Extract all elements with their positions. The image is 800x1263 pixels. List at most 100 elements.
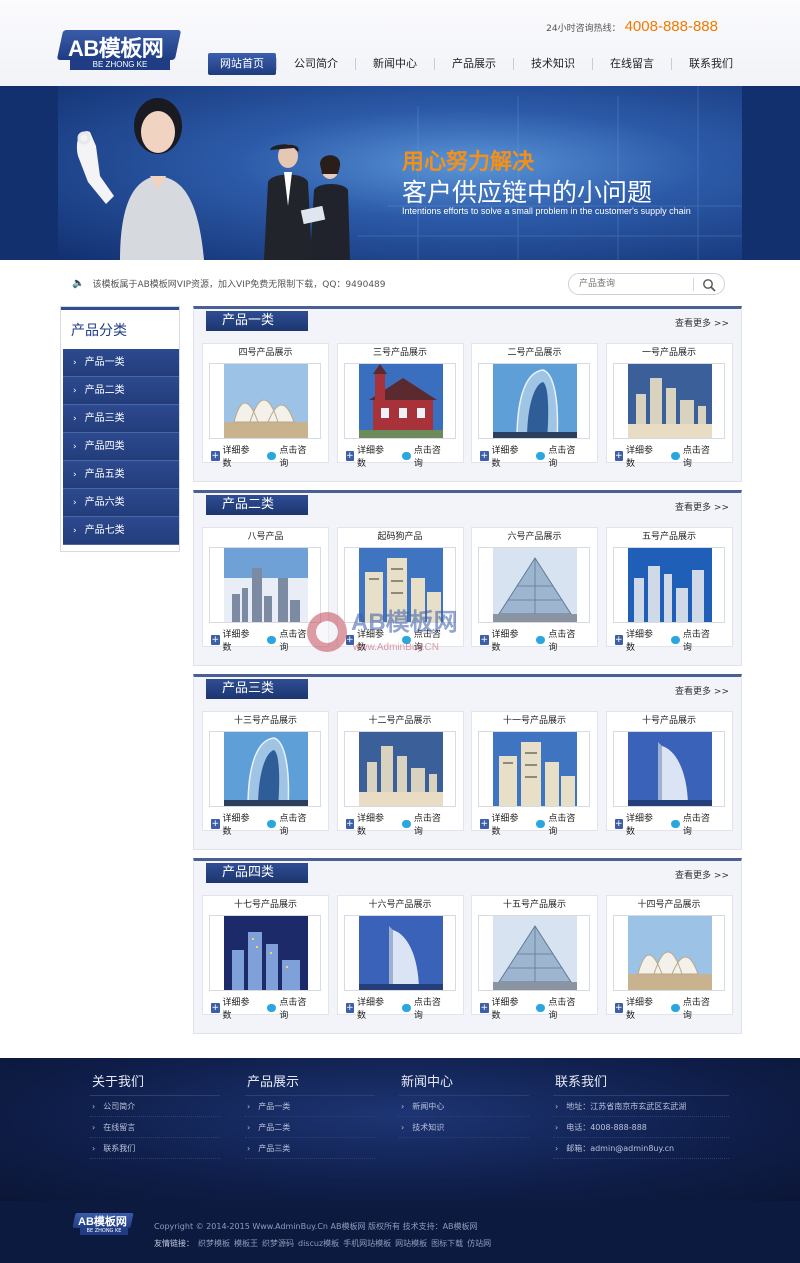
product-image[interactable]	[612, 363, 725, 439]
product-name[interactable]: 起码狗产品	[338, 528, 463, 546]
product-name[interactable]: 六号产品展示	[472, 528, 597, 546]
nav-about[interactable]: 公司简介	[277, 53, 355, 75]
friend-link[interactable]: 织梦模板	[198, 1238, 230, 1249]
consult-button[interactable]: 点击咨询	[536, 627, 579, 653]
detail-button[interactable]: + 详细参数	[480, 443, 522, 469]
consult-button[interactable]: 点击咨询	[670, 443, 714, 469]
product-card[interactable]: 十五号产品展示 + 详细参数 点击咨询	[471, 895, 598, 1021]
detail-button[interactable]: + 详细参数	[345, 995, 388, 1021]
product-image[interactable]	[209, 915, 321, 991]
detail-button[interactable]: + 详细参数	[480, 995, 522, 1021]
nav-tech[interactable]: 技术知识	[514, 53, 592, 75]
product-image[interactable]	[209, 731, 321, 807]
friend-link[interactable]: 手机网站模板	[343, 1238, 391, 1249]
product-card[interactable]: 三号产品展示 + 详细参数 点击咨询	[336, 343, 464, 469]
product-card[interactable]: 十六号产品展示 + 详细参数 点击咨询	[336, 895, 464, 1021]
friend-link[interactable]: 图标下载	[431, 1238, 463, 1249]
section-title[interactable]: 产品三类	[206, 679, 308, 699]
consult-button[interactable]: 点击咨询	[536, 443, 579, 469]
detail-button[interactable]: + 详细参数	[211, 995, 253, 1021]
sidebar-item-2[interactable]: › 产品二类	[63, 377, 179, 405]
product-name[interactable]: 五号产品展示	[607, 528, 732, 546]
product-image[interactable]	[478, 915, 590, 991]
product-name[interactable]: 十号产品展示	[607, 712, 732, 730]
consult-button[interactable]: 点击咨询	[536, 995, 579, 1021]
sidebar-item-6[interactable]: › 产品六类	[63, 489, 179, 517]
footer-link[interactable]: › 在线留言	[90, 1117, 220, 1138]
nav-contact[interactable]: 联系我们	[672, 53, 750, 75]
product-card[interactable]: 五号产品展示 + 详细参数 点击咨询	[605, 527, 733, 653]
consult-button[interactable]: 点击咨询	[670, 811, 714, 837]
sidebar-item-3[interactable]: › 产品三类	[63, 405, 179, 433]
product-image[interactable]	[612, 915, 725, 991]
product-image[interactable]	[478, 731, 590, 807]
product-card[interactable]: 十号产品展示 + 详细参数 点击咨询	[605, 711, 733, 837]
product-name[interactable]: 十五号产品展示	[472, 896, 597, 914]
product-image[interactable]	[209, 363, 321, 439]
consult-button[interactable]: 点击咨询	[401, 995, 445, 1021]
detail-button[interactable]: + 详细参数	[614, 811, 657, 837]
consult-button[interactable]: 点击咨询	[670, 995, 714, 1021]
product-card[interactable]: 一号产品展示 + 详细参数 点击咨询	[605, 343, 733, 469]
view-more-link[interactable]: 查看更多 >>	[675, 500, 729, 513]
product-name[interactable]: 四号产品展示	[203, 344, 328, 362]
product-image[interactable]	[612, 547, 725, 623]
section-title[interactable]: 产品一类	[206, 311, 308, 331]
product-card[interactable]: 十三号产品展示 + 详细参数 点击咨询	[202, 711, 329, 837]
consult-button[interactable]: 点击咨询	[670, 627, 714, 653]
consult-button[interactable]: 点击咨询	[267, 811, 310, 837]
product-image[interactable]	[343, 915, 456, 991]
site-logo[interactable]: AB模板网 BE ZHONG KE	[56, 30, 182, 70]
product-name[interactable]: 八号产品	[203, 528, 328, 546]
product-name[interactable]: 十四号产品展示	[607, 896, 732, 914]
product-image[interactable]	[343, 731, 456, 807]
detail-button[interactable]: + 详细参数	[211, 443, 253, 469]
product-name[interactable]: 十七号产品展示	[203, 896, 328, 914]
consult-button[interactable]: 点击咨询	[267, 443, 310, 469]
detail-button[interactable]: + 详细参数	[211, 627, 253, 653]
footer-link[interactable]: › 产品二类	[245, 1117, 375, 1138]
detail-button[interactable]: + 详细参数	[345, 443, 388, 469]
view-more-link[interactable]: 查看更多 >>	[675, 684, 729, 697]
nav-news[interactable]: 新闻中心	[356, 53, 434, 75]
sidebar-item-7[interactable]: › 产品七类	[63, 517, 179, 545]
detail-button[interactable]: + 详细参数	[480, 811, 522, 837]
sidebar-item-4[interactable]: › 产品四类	[63, 433, 179, 461]
sidebar-item-5[interactable]: › 产品五类	[63, 461, 179, 489]
product-image[interactable]	[343, 363, 456, 439]
consult-button[interactable]: 点击咨询	[401, 443, 445, 469]
product-card[interactable]: 十一号产品展示 + 详细参数 点击咨询	[471, 711, 598, 837]
friend-link[interactable]: 网站模板	[395, 1238, 427, 1249]
nav-home[interactable]: 网站首页	[208, 53, 276, 75]
product-card[interactable]: 二号产品展示 + 详细参数 点击咨询	[471, 343, 598, 469]
product-card[interactable]: 四号产品展示 + 详细参数 点击咨询	[202, 343, 329, 469]
footer-link[interactable]: › 新闻中心	[399, 1096, 529, 1117]
footer-link[interactable]: › 产品一类	[245, 1096, 375, 1117]
search-input[interactable]	[579, 277, 689, 291]
product-image[interactable]	[478, 363, 590, 439]
product-card[interactable]: 十七号产品展示 + 详细参数 点击咨询	[202, 895, 329, 1021]
detail-button[interactable]: + 详细参数	[614, 443, 657, 469]
product-name[interactable]: 十三号产品展示	[203, 712, 328, 730]
view-more-link[interactable]: 查看更多 >>	[675, 316, 729, 329]
product-name[interactable]: 十一号产品展示	[472, 712, 597, 730]
product-name[interactable]: 十二号产品展示	[338, 712, 463, 730]
consult-button[interactable]: 点击咨询	[401, 811, 445, 837]
product-name[interactable]: 一号产品展示	[607, 344, 732, 362]
consult-button[interactable]: 点击咨询	[536, 811, 579, 837]
footer-link[interactable]: › 技术知识	[399, 1117, 529, 1138]
consult-button[interactable]: 点击咨询	[267, 627, 310, 653]
product-image[interactable]	[612, 731, 725, 807]
product-name[interactable]: 三号产品展示	[338, 344, 463, 362]
sidebar-item-1[interactable]: › 产品一类	[63, 349, 179, 377]
product-card[interactable]: 十四号产品展示 + 详细参数 点击咨询	[605, 895, 733, 1021]
footer-link[interactable]: › 产品三类	[245, 1138, 375, 1159]
friend-link[interactable]: 模板王	[234, 1238, 258, 1249]
footer-link[interactable]: › 公司简介	[90, 1096, 220, 1117]
search-icon[interactable]	[702, 278, 716, 292]
detail-button[interactable]: + 详细参数	[614, 627, 657, 653]
section-title[interactable]: 产品二类	[206, 495, 308, 515]
friend-link[interactable]: 织梦源码	[262, 1238, 294, 1249]
view-more-link[interactable]: 查看更多 >>	[675, 868, 729, 881]
product-name[interactable]: 二号产品展示	[472, 344, 597, 362]
